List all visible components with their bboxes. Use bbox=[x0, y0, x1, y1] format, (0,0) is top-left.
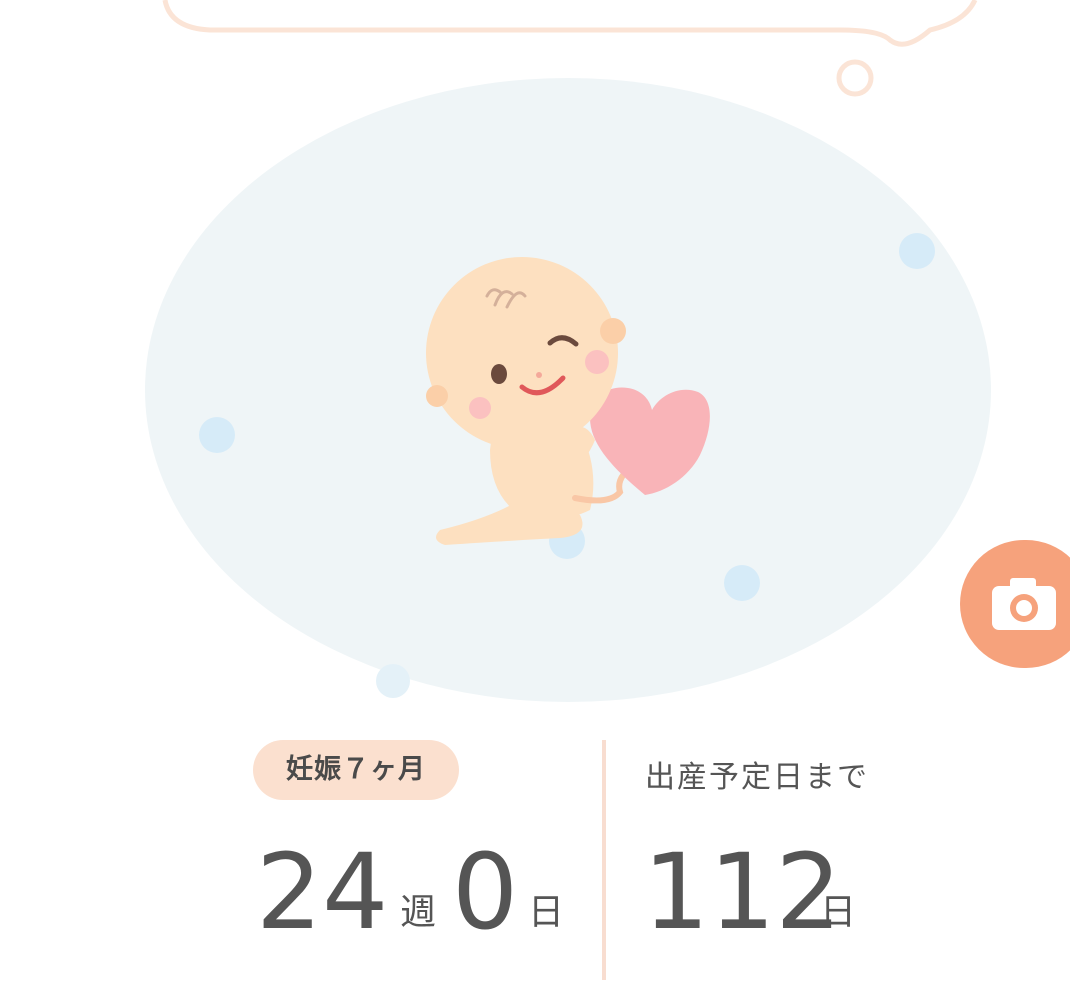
camera-icon bbox=[992, 578, 1056, 630]
baby-scene bbox=[145, 0, 991, 702]
days-unit: 日 bbox=[528, 892, 565, 933]
stats-divider bbox=[602, 740, 606, 980]
days-until-due-unit: 日 bbox=[820, 892, 857, 933]
weeks-value: 24 bbox=[256, 831, 389, 953]
weeks-unit: 週 bbox=[400, 892, 437, 933]
due-date-label: 出産予定日まで bbox=[645, 760, 869, 795]
days-until-due-value: 112 bbox=[643, 831, 842, 953]
days-value: 0 bbox=[452, 831, 519, 953]
pregnancy-month-badge: 妊娠７ヶ月 bbox=[253, 740, 459, 800]
camera-button[interactable] bbox=[960, 540, 1070, 668]
